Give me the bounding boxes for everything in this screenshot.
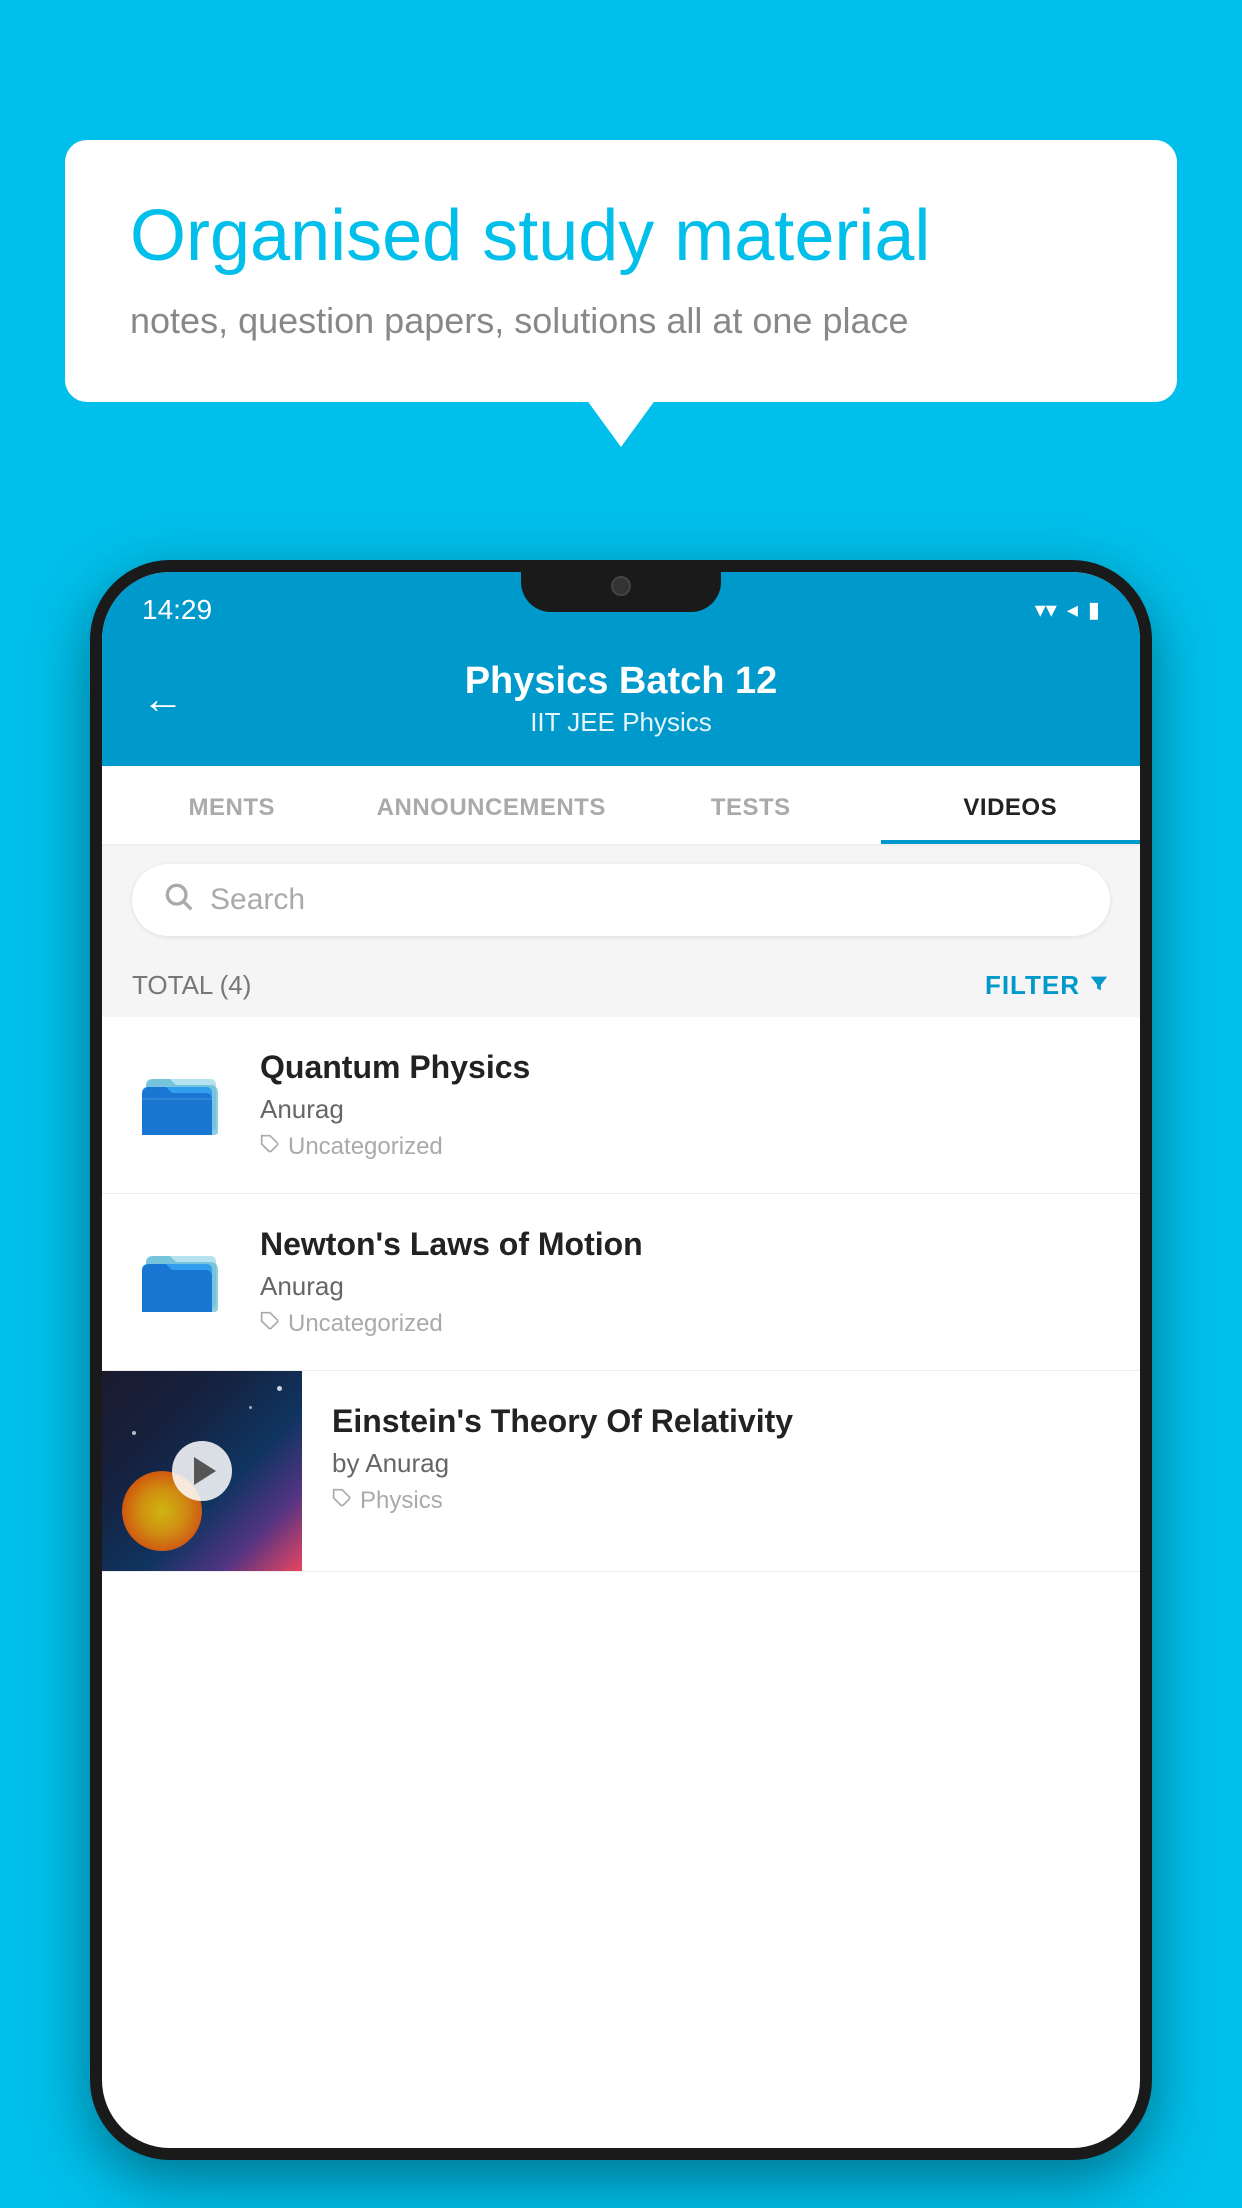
video-tag: Physics <box>332 1487 1110 1515</box>
search-placeholder: Search <box>210 883 305 917</box>
play-button[interactable] <box>172 1441 232 1501</box>
speech-bubble: Organised study material notes, question… <box>65 140 1177 402</box>
bubble-title: Organised study material <box>130 195 1112 278</box>
video-title: Newton's Laws of Motion <box>260 1226 1110 1263</box>
search-icon <box>162 880 194 920</box>
video-title: Einstein's Theory Of Relativity <box>332 1403 1110 1440</box>
video-folder-icon <box>132 1226 232 1326</box>
video-info: Newton's Laws of Motion Anurag Uncategor… <box>260 1226 1110 1338</box>
play-triangle-icon <box>194 1457 216 1485</box>
video-tag: Uncategorized <box>260 1310 1110 1338</box>
camera-dot <box>611 576 631 596</box>
tab-ments[interactable]: MENTS <box>102 766 362 844</box>
filter-funnel-icon <box>1088 970 1110 1001</box>
filter-button[interactable]: FILTER <box>985 970 1110 1001</box>
app-header: ← Physics Batch 12 IIT JEE Physics <box>102 640 1140 766</box>
video-author: Anurag <box>260 1271 1110 1302</box>
list-item[interactable]: Newton's Laws of Motion Anurag Uncategor… <box>102 1194 1140 1371</box>
video-info: Einstein's Theory Of Relativity by Anura… <box>302 1371 1140 1547</box>
phone-notch <box>521 560 721 612</box>
status-icons: ▾▾ ◂ ▮ <box>1035 597 1100 623</box>
list-item[interactable]: Quantum Physics Anurag Uncategorized <box>102 1017 1140 1194</box>
total-count: TOTAL (4) <box>132 970 251 1001</box>
video-author: by Anurag <box>332 1448 1110 1479</box>
tab-announcements[interactable]: ANNOUNCEMENTS <box>362 766 622 844</box>
tag-icon <box>260 1310 280 1338</box>
phone-screen: 14:29 ▾▾ ◂ ▮ ← Physics Batch 12 IIT JEE … <box>102 572 1140 2148</box>
tab-videos[interactable]: VIDEOS <box>881 766 1141 844</box>
wifi-icon: ▾▾ <box>1035 597 1057 623</box>
phone-container: 14:29 ▾▾ ◂ ▮ ← Physics Batch 12 IIT JEE … <box>90 560 1152 2208</box>
tag-icon <box>260 1133 280 1161</box>
video-folder-icon <box>132 1049 232 1149</box>
video-title: Quantum Physics <box>260 1049 1110 1086</box>
speech-bubble-container: Organised study material notes, question… <box>65 140 1177 402</box>
bubble-subtitle: notes, question papers, solutions all at… <box>130 300 1112 342</box>
signal-icon: ◂ <box>1067 597 1078 623</box>
tag-label: Uncategorized <box>288 1310 443 1338</box>
header-subtitle: IIT JEE Physics <box>204 707 1038 738</box>
video-thumbnail <box>102 1371 302 1571</box>
search-bar-container: Search <box>102 846 1140 954</box>
search-bar[interactable]: Search <box>132 864 1110 936</box>
tag-label: Uncategorized <box>288 1133 443 1161</box>
tag-label: Physics <box>360 1487 443 1515</box>
filter-label: FILTER <box>985 970 1080 1001</box>
phone-outer: 14:29 ▾▾ ◂ ▮ ← Physics Batch 12 IIT JEE … <box>90 560 1152 2160</box>
filter-bar: TOTAL (4) FILTER <box>102 954 1140 1017</box>
tabs-bar: MENTS ANNOUNCEMENTS TESTS VIDEOS <box>102 766 1140 846</box>
list-item[interactable]: Einstein's Theory Of Relativity by Anura… <box>102 1371 1140 1572</box>
header-text: Physics Batch 12 IIT JEE Physics <box>204 660 1038 738</box>
tab-tests[interactable]: TESTS <box>621 766 881 844</box>
status-time: 14:29 <box>142 594 212 626</box>
video-tag: Uncategorized <box>260 1133 1110 1161</box>
header-title: Physics Batch 12 <box>204 660 1038 703</box>
back-button[interactable]: ← <box>142 678 184 720</box>
tag-icon <box>332 1487 352 1515</box>
battery-icon: ▮ <box>1088 597 1100 623</box>
video-list: Quantum Physics Anurag Uncategorized <box>102 1017 1140 1572</box>
video-author: Anurag <box>260 1094 1110 1125</box>
video-info: Quantum Physics Anurag Uncategorized <box>260 1049 1110 1161</box>
